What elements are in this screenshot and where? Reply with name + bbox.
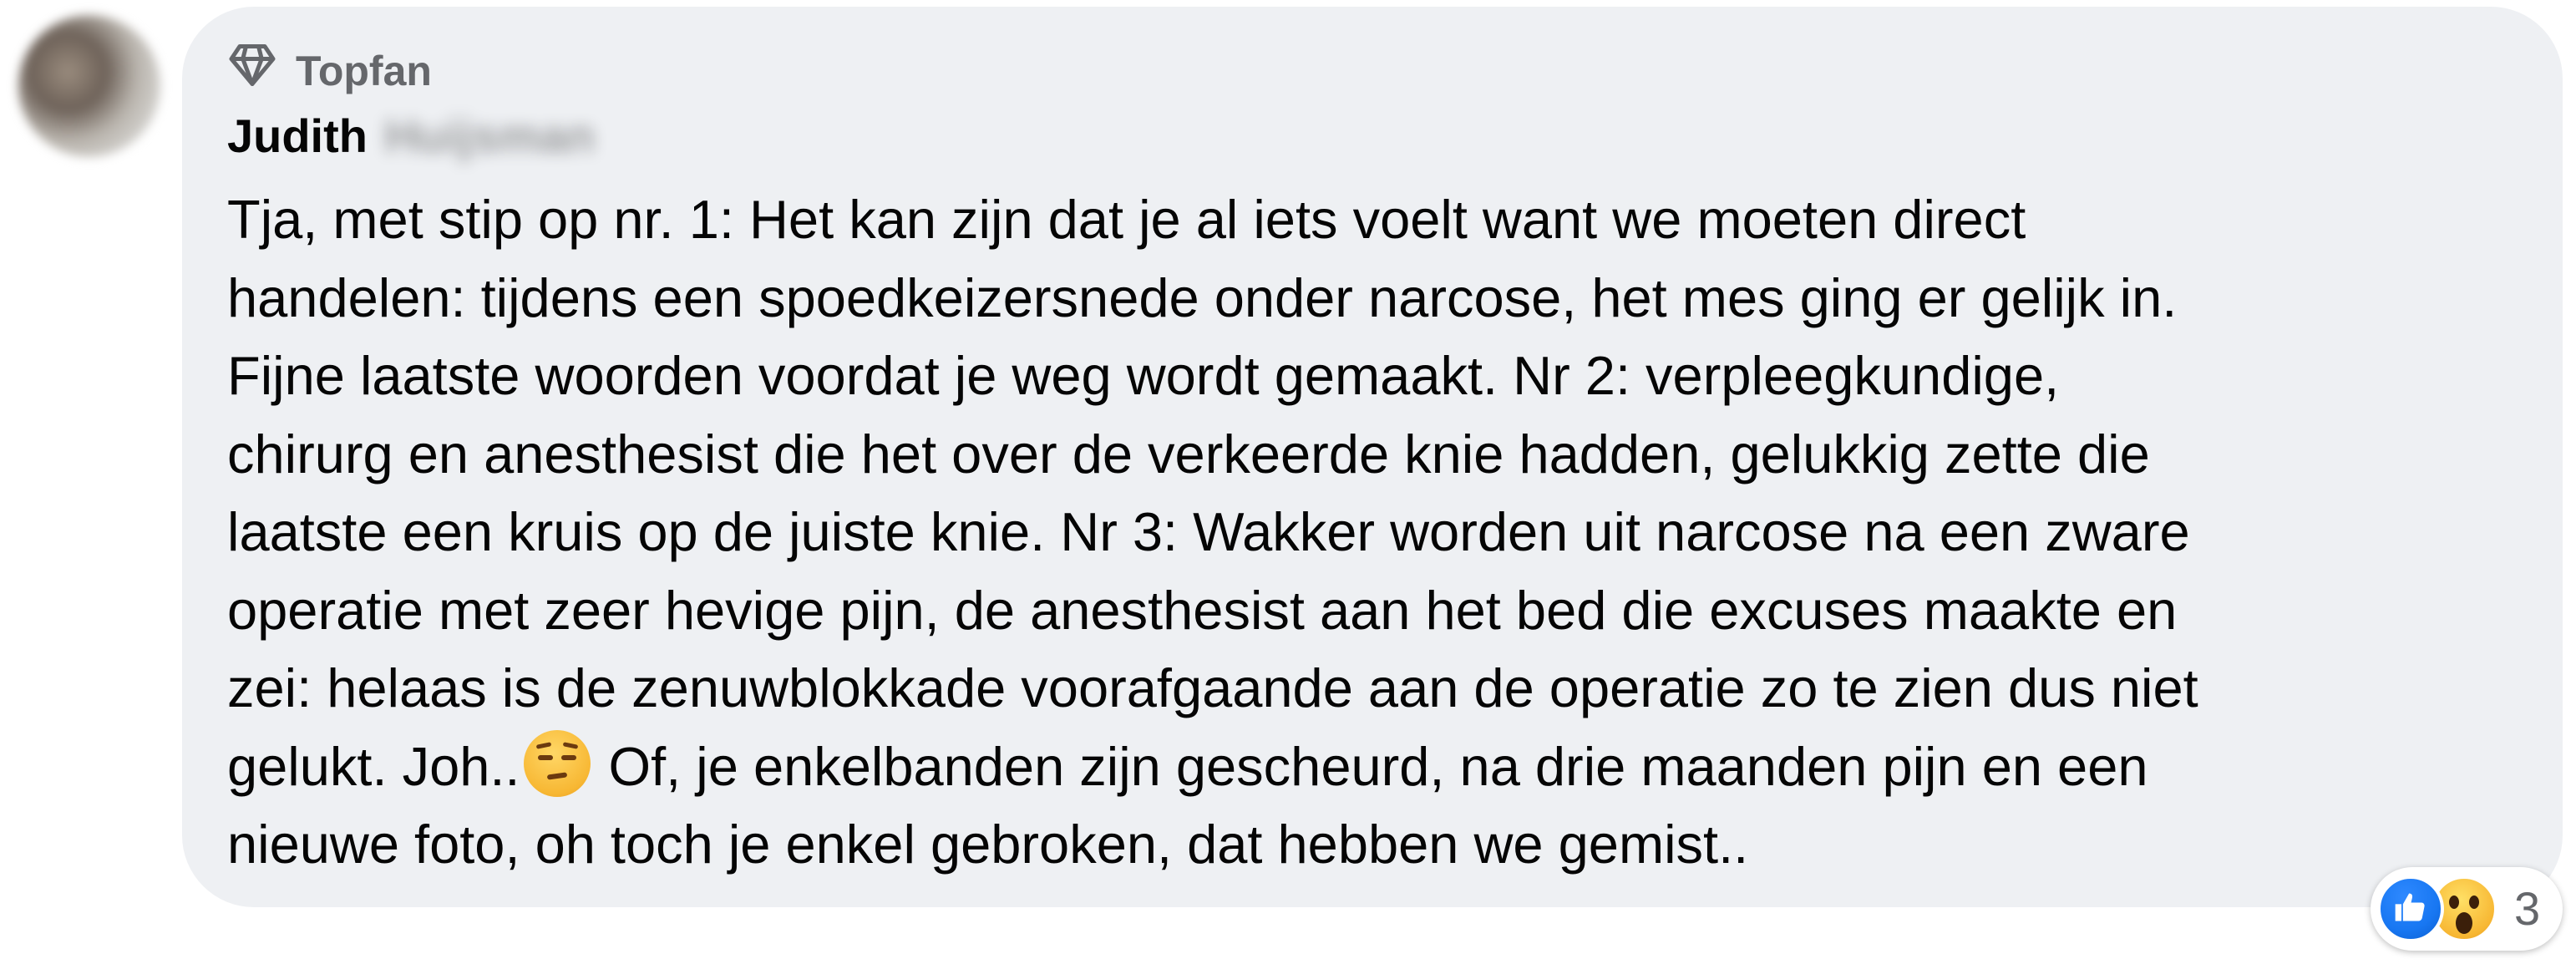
comment-line: gelukt. Joh.. Of, je enkelbanden zijn ge… — [227, 728, 2533, 806]
author-first-name[interactable]: Judith — [227, 107, 368, 165]
comment-line: Fijne laatste woorden voordat je weg wor… — [227, 345, 2060, 406]
reaction-count: 3 — [2514, 882, 2541, 935]
comment-line: Tja, met stip op nr. 1: Het kan zijn dat… — [227, 189, 2026, 250]
comment-author[interactable]: Judith Huijsman — [227, 107, 595, 165]
badge-label: Topfan — [296, 48, 432, 94]
comment-line: laatste een kruis op de juiste knie. Nr … — [227, 501, 2190, 562]
reactions-summary[interactable]: 3 — [2371, 867, 2563, 951]
like-icon — [2377, 875, 2444, 942]
comment-line: handelen: tijdens een spoedkeizersnede o… — [227, 266, 2178, 328]
diamond-icon — [227, 42, 277, 100]
unamused-face-emoji — [523, 729, 591, 797]
comment-line-segment: gelukt. Joh.. — [227, 735, 520, 797]
comment-line: operatie met zeer hevige pijn, de anesth… — [227, 579, 2178, 641]
author-last-name-blurred[interactable]: Huijsman — [384, 107, 595, 165]
comment-line-segment: Of, je enkelbanden zijn gescheurd, na dr… — [593, 735, 2148, 797]
top-fan-badge[interactable]: Topfan — [227, 42, 432, 100]
comment-line: chirurg en anesthesist die het over de v… — [227, 423, 2150, 485]
comment-line: zei: helaas is de zenuwblokkade voorafga… — [227, 657, 2198, 718]
comment-line: nieuwe foto, oh toch je enkel gebroken, … — [227, 814, 1749, 875]
comment-text: Tja, met stip op nr. 1: Het kan zijn dat… — [227, 180, 2533, 884]
avatar[interactable] — [18, 15, 160, 157]
